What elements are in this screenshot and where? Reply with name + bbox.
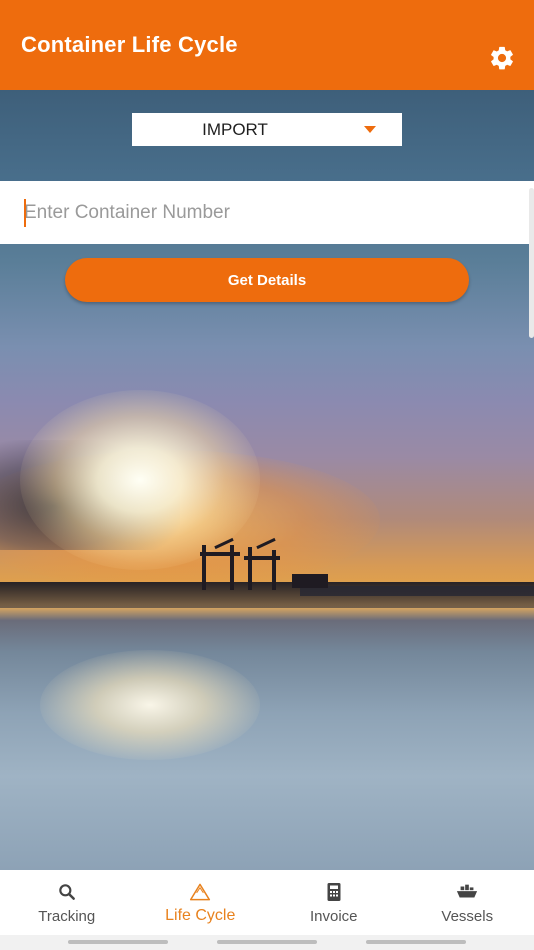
nav-label: Vessels (441, 908, 494, 925)
triangle-cycle-icon (189, 882, 211, 902)
bottom-navigation: Tracking Life Cycle Invoice Vessels (0, 870, 534, 935)
container-number-field (0, 181, 534, 244)
caret-down-icon (364, 126, 376, 133)
text-cursor (24, 199, 26, 227)
nav-item-life-cycle[interactable]: Life Cycle (134, 870, 268, 935)
nav-label: Tracking (38, 908, 96, 925)
search-icon (56, 882, 78, 902)
nav-item-vessels[interactable]: Vessels (401, 870, 534, 935)
import-export-select[interactable]: IMPORT (132, 113, 402, 146)
nav-item-tracking[interactable]: Tracking (0, 870, 134, 935)
calculator-icon (323, 882, 345, 902)
get-details-button[interactable]: Get Details (65, 258, 469, 302)
container-number-input[interactable] (24, 181, 524, 244)
system-navigation-bar (0, 935, 534, 950)
nav-label: Invoice (309, 908, 358, 925)
gear-icon[interactable] (487, 43, 517, 73)
nav-label: Life Cycle (165, 907, 236, 924)
scrollbar[interactable] (529, 188, 534, 338)
app-header: Container Life Cycle (0, 0, 534, 90)
select-value: IMPORT (202, 120, 268, 139)
ship-icon (456, 882, 478, 902)
nav-item-invoice[interactable]: Invoice (267, 870, 401, 935)
page-title: Container Life Cycle (21, 32, 238, 57)
